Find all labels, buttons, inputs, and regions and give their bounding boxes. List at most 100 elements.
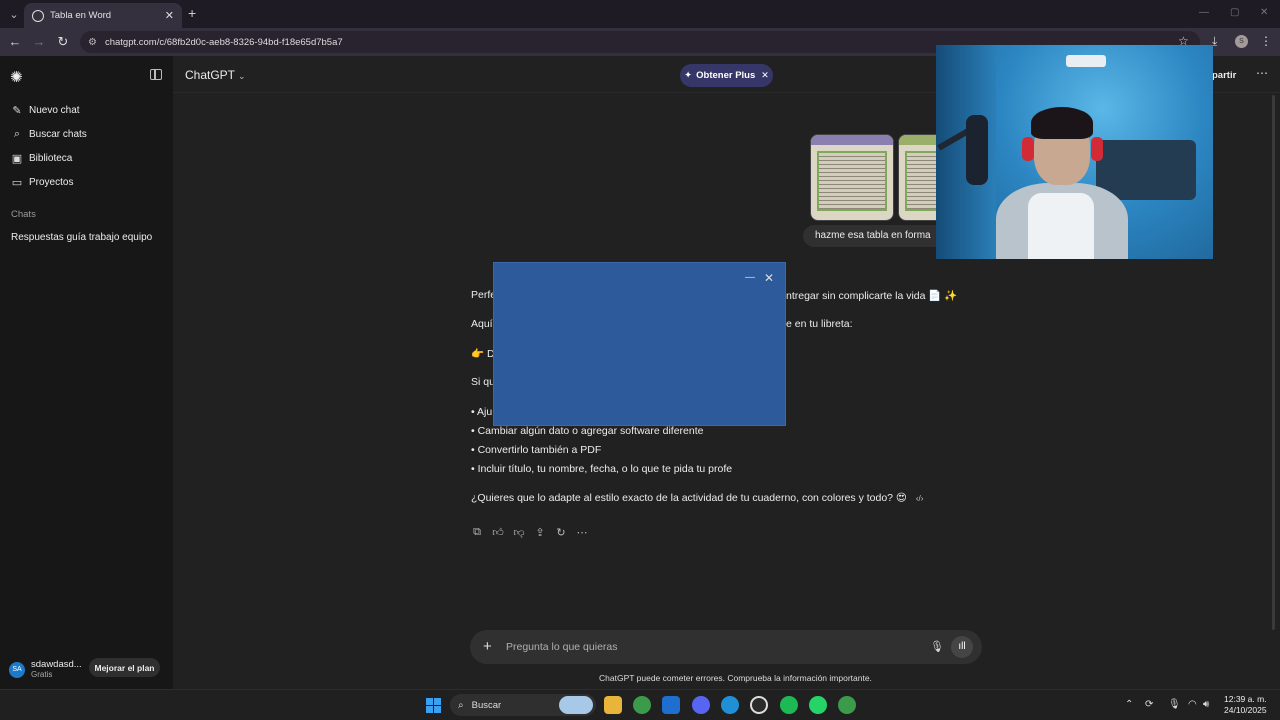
tab-title: Tabla en Word <box>50 10 112 21</box>
chat-composer[interactable]: + Pregunta lo que quieras 🎙︎ ıll <box>470 630 982 664</box>
disclaimer-text: ChatGPT puede cometer errores. Comprueba… <box>599 673 872 683</box>
list-item: • Aju <box>471 406 493 418</box>
assistant-text: ¿Quieres que lo adapte al estilo exacto … <box>471 492 923 504</box>
sidebar-item-new-chat[interactable]: ✎ Nuevo chat <box>11 101 80 119</box>
wifi-icon[interactable]: ◠ <box>1188 699 1197 710</box>
search-icon: ⌕ <box>13 127 21 140</box>
profile-avatar[interactable]: S <box>1235 35 1248 48</box>
sync-icon[interactable]: ⟳ <box>1145 699 1153 710</box>
taskbar-search[interactable]: ⌕ Buscar <box>450 694 596 716</box>
sidebar: ✺ ✎ Nuevo chat ⌕ Buscar chats ▣ Bibliote… <box>0 56 173 689</box>
browser-tab[interactable]: Tabla en Word ✕ <box>24 3 182 28</box>
taskbar: ⌕ Buscar ⌃ ⟳ 🎙︎ ◠ 🔊︎ 12:39 a. m. 24/10/2… <box>0 689 1280 720</box>
chatgpt-logo-icon[interactable]: ✺ <box>10 68 23 86</box>
sidebar-toggle-icon[interactable] <box>150 69 162 80</box>
thumbs-down-icon[interactable]: 👎︎ <box>513 526 525 539</box>
maximize-window-icon[interactable]: ▢ <box>1230 7 1239 18</box>
clock-date: 24/10/2025 <box>1224 705 1267 715</box>
chats-section-label: Chats <box>11 209 36 220</box>
back-icon[interactable]: ← <box>7 34 23 50</box>
minimize-icon[interactable]: — <box>745 272 755 283</box>
close-window-icon[interactable]: ✕ <box>1260 7 1268 18</box>
close-icon[interactable]: ✕ <box>764 271 774 285</box>
sidebar-item-label: Biblioteca <box>29 152 73 164</box>
discord-icon[interactable] <box>692 696 710 714</box>
new-tab-button[interactable]: + <box>188 5 202 21</box>
microphone-icon[interactable]: 🎙︎ <box>1168 699 1181 710</box>
attached-image[interactable] <box>810 134 894 221</box>
assistant-text: e en tu libreta: <box>786 318 853 330</box>
user-account[interactable]: SA sdawdasd... Gratis <box>9 659 82 680</box>
chrome-icon[interactable] <box>633 696 651 714</box>
sidebar-item-projects[interactable]: ▭ Proyectos <box>11 173 74 191</box>
sparkle-icon: ✦ <box>684 70 693 81</box>
message-actions: ⧉ 👍︎ 👎︎ ⇪ ↻ ⋯ <box>471 526 588 539</box>
mail-icon[interactable] <box>662 696 680 714</box>
minimize-window-icon[interactable]: — <box>1199 7 1209 18</box>
whatsapp-icon[interactable] <box>809 696 827 714</box>
model-name: ChatGPT <box>185 68 236 82</box>
get-plus-button[interactable]: ✦ Obtener Plus ✕ <box>680 64 773 87</box>
voice-mode-icon[interactable]: ıll <box>951 636 973 658</box>
share-icon[interactable]: ⇪ <box>534 526 546 539</box>
volume-icon[interactable]: 🔊︎ <box>1203 699 1209 710</box>
tab-close-icon[interactable]: ✕ <box>165 9 174 22</box>
file-explorer-icon[interactable] <box>604 696 622 714</box>
add-attachment-icon[interactable]: + <box>483 638 492 655</box>
prompt-input[interactable]: Pregunta lo que quieras <box>506 641 618 653</box>
more-actions-icon[interactable]: ⋯ <box>576 526 588 539</box>
assistant-text: 👉 D <box>471 348 495 360</box>
share-button[interactable]: partir <box>1212 70 1236 81</box>
steam-icon[interactable] <box>750 696 768 714</box>
system-clock[interactable]: 12:39 a. m. 24/10/2025 <box>1224 694 1267 716</box>
scrollbar[interactable] <box>1272 95 1275 630</box>
browser-tab-bar: ⌄ Tabla en Word ✕ + — ▢ ✕ <box>0 0 1280 28</box>
sidebar-item-label: Buscar chats <box>29 128 87 140</box>
chatgpt-favicon-icon <box>32 9 44 22</box>
assistant-text: ntregar sin complicarte la vida 📄 ✨ <box>786 290 958 302</box>
forward-icon[interactable]: → <box>31 34 47 50</box>
weather-icon <box>559 696 593 714</box>
chevron-down-icon: ⌄ <box>238 71 246 81</box>
edit-icon: ✎ <box>12 104 22 117</box>
assistant-text: Si qu <box>471 376 495 388</box>
more-options-icon[interactable]: ⋯ <box>1256 66 1268 80</box>
reload-icon[interactable]: ↻ <box>55 34 71 50</box>
overlay-window[interactable]: — ✕ <box>493 262 786 426</box>
tab-search-chevron-icon[interactable]: ⌄ <box>5 5 23 23</box>
tray-chevron-icon[interactable]: ⌃ <box>1125 699 1133 710</box>
site-info-icon[interactable]: ⚙ <box>88 37 97 48</box>
sidebar-item-label: Nuevo chat <box>29 104 80 116</box>
webcam-overlay <box>936 45 1213 259</box>
code-icon: ‹/› <box>915 494 924 503</box>
sidebar-item-search-chats[interactable]: ⌕ Buscar chats <box>11 125 87 143</box>
list-item: • Incluir título, tu nombre, fecha, o lo… <box>471 463 733 475</box>
close-icon[interactable]: ✕ <box>761 70 769 81</box>
model-selector[interactable]: ChatGPT ⌄ <box>185 68 246 82</box>
user-plan: Gratis <box>31 670 53 679</box>
microphone-icon[interactable]: 🎙︎ <box>930 640 944 653</box>
search-icon: ⌕ <box>458 699 464 711</box>
list-item: • Convertirlo también a PDF <box>471 444 602 456</box>
spotify-icon[interactable] <box>780 696 798 714</box>
edge-icon[interactable] <box>721 696 739 714</box>
list-item: • Cambiar algún dato o agregar software … <box>471 425 704 437</box>
chrome-icon[interactable] <box>838 696 856 714</box>
sidebar-item-label: Proyectos <box>29 176 74 188</box>
folder-icon: ▭ <box>11 176 23 189</box>
get-plus-label: Obtener Plus <box>696 70 756 81</box>
url-text: chatgpt.com/c/68fb2d0c-aeb8-8326-94bd-f1… <box>104 36 343 48</box>
copy-icon[interactable]: ⧉ <box>471 526 483 539</box>
clock-time: 12:39 a. m. <box>1224 694 1267 704</box>
avatar: SA <box>9 661 25 678</box>
regenerate-icon[interactable]: ↻ <box>555 526 567 539</box>
sidebar-item-library[interactable]: ▣ Biblioteca <box>11 149 73 167</box>
windows-start-icon[interactable] <box>426 698 441 713</box>
sidebar-chat-item[interactable]: Respuestas guía trabajo equipo <box>11 232 152 243</box>
taskbar-search-label: Buscar <box>471 699 502 711</box>
assistant-text: Aquí <box>471 318 493 330</box>
browser-menu-icon[interactable]: ⋮ <box>1260 34 1272 48</box>
assistant-closing: ¿Quieres que lo adapte al estilo exacto … <box>471 492 907 504</box>
upgrade-plan-button[interactable]: Mejorar el plan <box>89 658 160 677</box>
thumbs-up-icon[interactable]: 👍︎ <box>492 526 504 539</box>
